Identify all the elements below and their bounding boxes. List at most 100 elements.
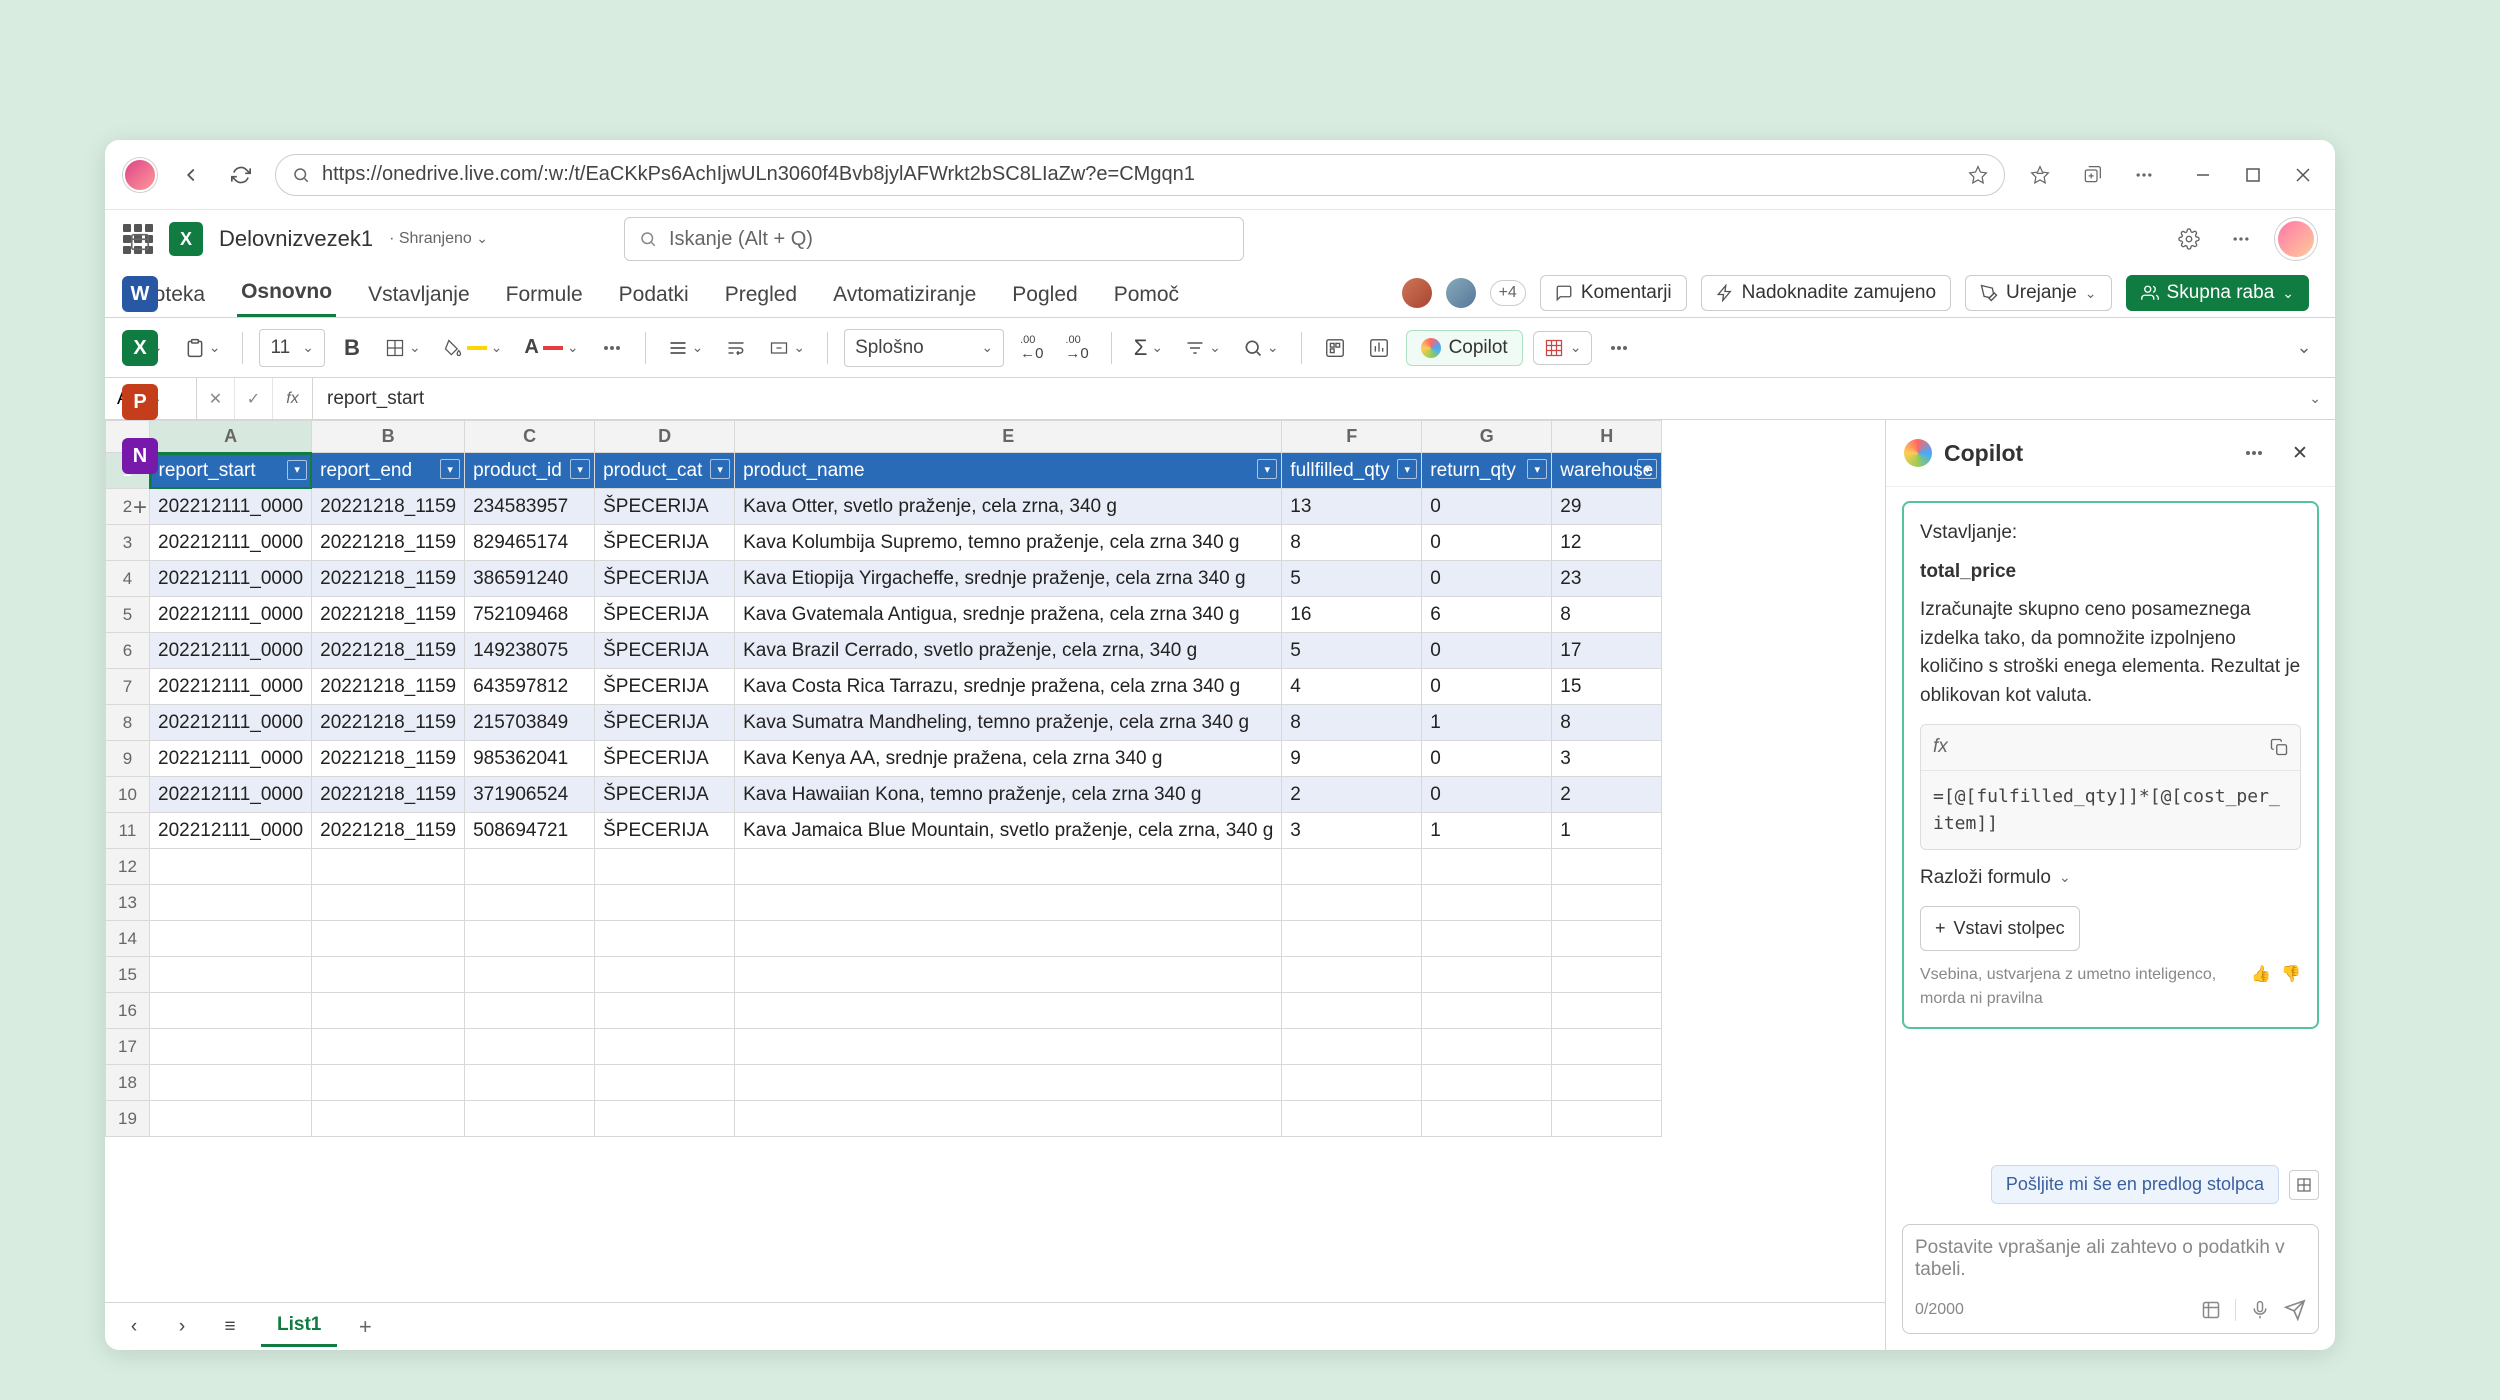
cancel-formula-icon[interactable]: ✕ [197, 378, 235, 419]
table-cell[interactable]: 1 [1552, 813, 1662, 849]
onenote-icon[interactable]: N [122, 438, 158, 474]
increase-decimal-button[interactable]: .00←0 [1014, 329, 1049, 367]
table-header-cell[interactable]: product_name▾ [735, 453, 1282, 489]
find-button[interactable]: ⌄ [1237, 329, 1285, 367]
table-cell[interactable]: 1 [1422, 813, 1552, 849]
empty-cell[interactable] [735, 1029, 1282, 1065]
refresh-button[interactable] [225, 159, 257, 191]
table-cell[interactable]: 20221218_1159 [312, 813, 465, 849]
empty-cell[interactable] [465, 993, 595, 1029]
empty-cell[interactable] [1282, 993, 1422, 1029]
table-cell[interactable]: Kava Brazil Cerrado, svetlo praženje, ce… [735, 633, 1282, 669]
table-cell[interactable]: 13 [1282, 489, 1422, 525]
column-header[interactable]: E [735, 421, 1282, 453]
addins-button[interactable] [1318, 329, 1352, 367]
table-cell[interactable]: ŠPECERIJA [595, 489, 735, 525]
table-cell[interactable]: 8 [1282, 705, 1422, 741]
table-header-cell[interactable]: fullfilled_qty▾ [1282, 453, 1422, 489]
empty-cell[interactable] [1422, 1029, 1552, 1065]
copilot-more-icon[interactable] [2237, 434, 2271, 472]
table-cell[interactable]: Kava Kolumbija Supremo, temno praženje, … [735, 525, 1282, 561]
table-cell[interactable]: 0 [1422, 777, 1552, 813]
number-format-dropdown[interactable]: Splošno⌄ [844, 329, 1004, 367]
table-cell[interactable]: 202212111_0000 [150, 813, 312, 849]
ribbon-tab-osnovno[interactable]: Osnovno [237, 270, 336, 317]
empty-cell[interactable] [312, 957, 465, 993]
table-cell[interactable]: 386591240 [465, 561, 595, 597]
ribbon-tab-avtomatiziranje[interactable]: Avtomatiziranje [829, 273, 980, 317]
table-cell[interactable]: 29 [1552, 489, 1662, 525]
empty-cell[interactable] [150, 1029, 312, 1065]
row-header[interactable]: 5 [106, 597, 150, 633]
empty-cell[interactable] [312, 1101, 465, 1137]
empty-cell[interactable] [312, 993, 465, 1029]
table-cell[interactable]: Kava Etiopija Yirgacheffe, srednje praže… [735, 561, 1282, 597]
row-header[interactable]: 10 [106, 777, 150, 813]
presence-overflow[interactable]: +4 [1490, 280, 1526, 306]
autosum-button[interactable]: Σ⌄ [1128, 329, 1169, 367]
row-header[interactable]: 6 [106, 633, 150, 669]
table-header-cell[interactable]: product_id▾ [465, 453, 595, 489]
filter-icon[interactable]: ▾ [1257, 459, 1277, 479]
table-cell[interactable]: 8 [1552, 597, 1662, 633]
table-cell[interactable]: 20221218_1159 [312, 741, 465, 777]
all-sheets-button[interactable]: ≡ [213, 1308, 247, 1346]
empty-cell[interactable] [1282, 957, 1422, 993]
table-header-cell[interactable]: return_qty▾ [1422, 453, 1552, 489]
excel-icon[interactable]: X [122, 330, 158, 366]
empty-cell[interactable] [1552, 1101, 1662, 1137]
row-header[interactable]: 11 [106, 813, 150, 849]
document-title[interactable]: Delovnizvezek1 [219, 226, 373, 252]
app-more-icon[interactable] [2223, 221, 2259, 257]
sheet-prev-button[interactable]: ‹ [117, 1308, 151, 1346]
table-cell[interactable]: Kava Jamaica Blue Mountain, svetlo praže… [735, 813, 1282, 849]
copilot-mic-icon[interactable] [2250, 1300, 2270, 1320]
table-cell[interactable]: ŠPECERIJA [595, 525, 735, 561]
table-cell[interactable]: 12 [1552, 525, 1662, 561]
copilot-suggest-button[interactable]: Pošljite mi še en predlog stolpca [1991, 1165, 2279, 1204]
copilot-send-icon[interactable] [2284, 1299, 2306, 1321]
table-cell[interactable]: 23 [1552, 561, 1662, 597]
ribbon-tab-pregled[interactable]: Pregled [721, 273, 801, 317]
table-cell[interactable]: ŠPECERIJA [595, 597, 735, 633]
formula-expand-icon[interactable]: ⌄ [2295, 380, 2335, 418]
table-cell[interactable]: 4 [1282, 669, 1422, 705]
table-cell[interactable]: 202212111_0000 [150, 777, 312, 813]
thumbs-down-icon[interactable]: 👎 [2281, 963, 2301, 987]
empty-cell[interactable] [150, 1101, 312, 1137]
empty-cell[interactable] [1422, 993, 1552, 1029]
row-header[interactable]: 14 [106, 921, 150, 957]
table-cell[interactable]: 5 [1282, 633, 1422, 669]
table-cell[interactable]: 752109468 [465, 597, 595, 633]
empty-cell[interactable] [1282, 921, 1422, 957]
accept-formula-icon[interactable]: ✓ [235, 378, 273, 419]
decrease-decimal-button[interactable]: .00→0 [1059, 329, 1094, 367]
empty-cell[interactable] [1282, 1029, 1422, 1065]
empty-cell[interactable] [735, 1065, 1282, 1101]
word-icon[interactable]: W [122, 276, 158, 312]
empty-cell[interactable] [312, 849, 465, 885]
table-cell[interactable]: 1 [1422, 705, 1552, 741]
empty-cell[interactable] [312, 921, 465, 957]
bold-button[interactable]: B [335, 329, 369, 367]
row-header[interactable]: 7 [106, 669, 150, 705]
table-cell[interactable]: 0 [1422, 633, 1552, 669]
minimize-button[interactable] [2189, 161, 2217, 189]
copilot-table-icon[interactable] [2201, 1300, 2221, 1320]
table-cell[interactable]: 17 [1552, 633, 1662, 669]
table-cell[interactable]: ŠPECERIJA [595, 669, 735, 705]
paste-button[interactable]: ⌄ [179, 329, 227, 367]
empty-cell[interactable] [595, 921, 735, 957]
profile-avatar[interactable] [123, 158, 157, 192]
ribbon-tab-vstavljanje[interactable]: Vstavljanje [364, 273, 474, 317]
table-cell[interactable]: 20221218_1159 [312, 489, 465, 525]
empty-cell[interactable] [595, 957, 735, 993]
thumbs-up-icon[interactable]: 👍 [2251, 963, 2271, 987]
table-cell[interactable]: 20221218_1159 [312, 561, 465, 597]
table-header-cell[interactable]: product_cat▾ [595, 453, 735, 489]
row-header[interactable]: 3 [106, 525, 150, 561]
table-cell[interactable]: Kava Gvatemala Antigua, srednje pražena,… [735, 597, 1282, 633]
empty-cell[interactable] [150, 993, 312, 1029]
font-size-input[interactable]: 11⌄ [259, 329, 324, 367]
empty-cell[interactable] [465, 885, 595, 921]
